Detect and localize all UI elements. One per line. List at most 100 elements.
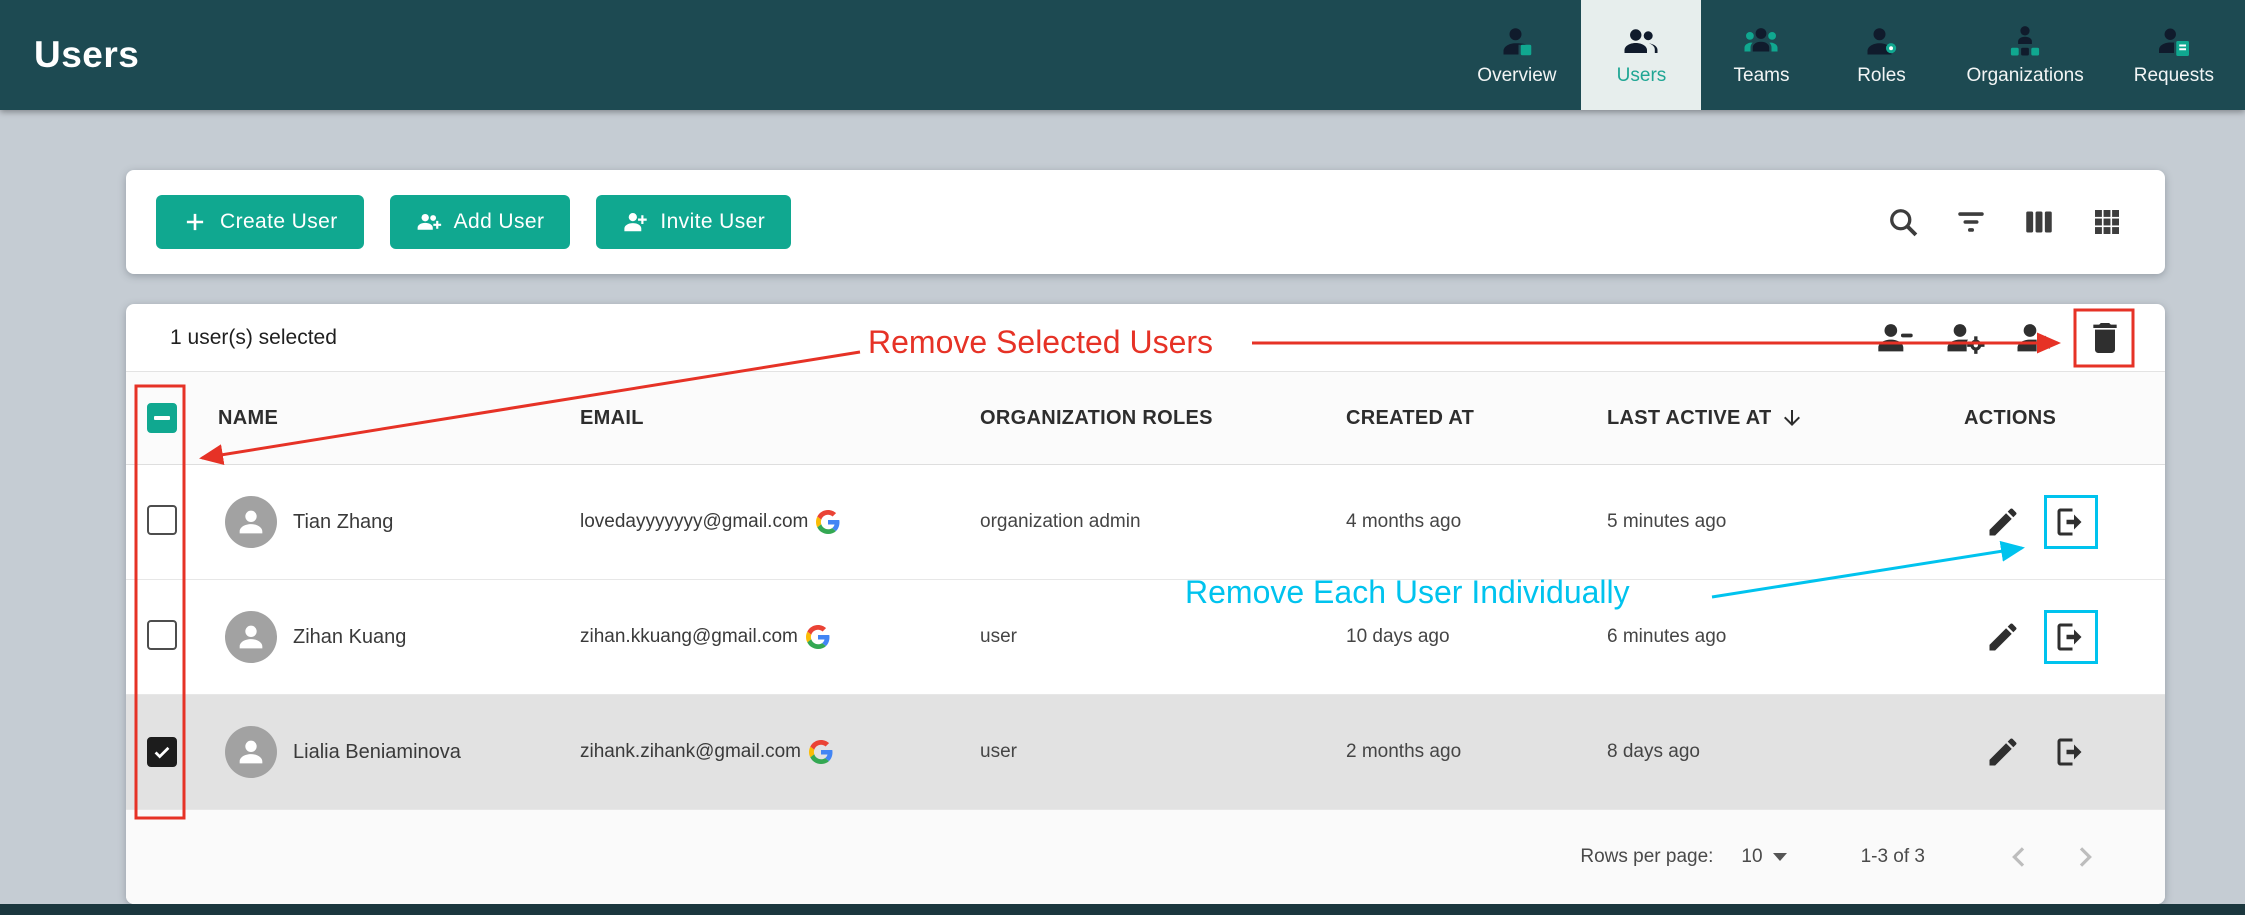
organization-roles-cell: organization admin: [980, 511, 1346, 533]
google-icon: [816, 510, 840, 534]
overview-icon: [1499, 23, 1535, 59]
created-at-cell: 10 days ago: [1346, 626, 1607, 648]
last-active-at-cell: 5 minutes ago: [1607, 511, 1964, 533]
selection-count-text: 1 user(s) selected: [170, 326, 337, 350]
table-pagination-footer: Rows per page: 10 1-3 of 3: [126, 810, 2165, 904]
nav-item-organizations[interactable]: Organizations: [1941, 0, 2108, 110]
teams-icon: [1743, 23, 1779, 59]
nav-item-teams[interactable]: Teams: [1701, 0, 1821, 110]
caret-down-icon: [1773, 853, 1787, 861]
remove-user-from-team-icon[interactable]: [1875, 318, 1915, 358]
column-header-actions: ACTIONS: [1964, 407, 2165, 430]
column-header-last-active-at[interactable]: LAST ACTIVE AT: [1607, 406, 1964, 430]
nav-label-organizations: Organizations: [1966, 65, 2083, 87]
nav-item-roles[interactable]: Roles: [1821, 0, 1941, 110]
avatar: [225, 611, 277, 663]
user-group-add-icon: [416, 209, 442, 235]
invite-user-button[interactable]: Invite User: [596, 195, 791, 249]
nav-item-requests[interactable]: Requests: [2109, 0, 2239, 110]
nav-label-overview: Overview: [1477, 65, 1556, 87]
organizations-icon: [2007, 23, 2043, 59]
selection-bar: 1 user(s) selected: [126, 304, 2165, 372]
users-admin-page: Users Overview Users Teams: [0, 0, 2245, 915]
user-name-cell: Zihan Kuang: [218, 611, 580, 663]
nav-label-requests: Requests: [2134, 65, 2214, 87]
requests-icon: [2156, 23, 2192, 59]
rows-per-page-value: 10: [1741, 846, 1762, 868]
table-header-row: NAME EMAIL ORGANIZATION ROLES CREATED AT…: [126, 372, 2165, 465]
users-icon: [1623, 23, 1659, 59]
page-title: Users: [0, 34, 139, 76]
user-email-cell: zihan.kkuang@gmail.com: [580, 625, 980, 649]
column-header-organization-roles: ORGANIZATION ROLES: [980, 407, 1346, 430]
user-add-icon: [622, 209, 648, 235]
header-checkbox-cell: [126, 403, 218, 433]
google-icon: [809, 740, 833, 764]
rows-per-page-label: Rows per page:: [1580, 846, 1713, 868]
add-user-button[interactable]: Add User: [390, 195, 571, 249]
add-user-label: Add User: [454, 210, 545, 234]
edit-user-icon[interactable]: [1976, 725, 2030, 779]
roles-icon: [1863, 23, 1899, 59]
delete-selected-users-icon[interactable]: [2085, 318, 2125, 358]
organization-roles-cell: user: [980, 741, 1346, 763]
nav-label-teams: Teams: [1734, 65, 1790, 87]
search-icon[interactable]: [1885, 204, 1921, 240]
nav-item-users[interactable]: Users: [1581, 0, 1701, 110]
grid-view-icon[interactable]: [2089, 204, 2125, 240]
avatar: [225, 496, 277, 548]
last-active-at-cell: 6 minutes ago: [1607, 626, 1964, 648]
created-at-cell: 2 months ago: [1346, 741, 1607, 763]
row-checkbox[interactable]: [147, 620, 177, 650]
users-table-card: 1 user(s) selected NAME: [126, 304, 2165, 904]
row-checkbox-cell: [126, 620, 218, 655]
remove-user-icon[interactable]: [2044, 610, 2098, 664]
toolbar-card: Create User Add User Invite User: [126, 170, 2165, 274]
plus-icon: [182, 209, 208, 235]
row-actions-cell: [1964, 495, 2165, 549]
column-view-icon[interactable]: [2021, 204, 2057, 240]
column-header-name: NAME: [218, 407, 580, 430]
next-page-button[interactable]: [2065, 837, 2105, 877]
edit-user-icon[interactable]: [1976, 495, 2030, 549]
row-actions-cell: [1964, 610, 2165, 664]
create-user-label: Create User: [220, 210, 338, 234]
user-email: zihank.zihank@gmail.com: [580, 741, 801, 763]
sort-descending-icon: [1780, 406, 1804, 430]
create-user-button[interactable]: Create User: [156, 195, 364, 249]
edit-user-icon[interactable]: [1976, 610, 2030, 664]
user-name: Zihan Kuang: [293, 626, 406, 649]
google-icon: [806, 625, 830, 649]
user-name: Tian Zhang: [293, 511, 393, 534]
top-navigation: Overview Users Teams Roles: [1452, 0, 2245, 110]
user-name: Lialia Beniaminova: [293, 741, 461, 764]
row-checkbox-cell: [126, 737, 218, 768]
select-all-checkbox[interactable]: [147, 403, 177, 433]
toolbar-icon-group: [1885, 204, 2125, 240]
last-active-at-cell: 8 days ago: [1607, 741, 1964, 763]
user-settings-icon[interactable]: [1945, 318, 1985, 358]
user-email: lovedayyyyyyy@gmail.com: [580, 511, 808, 533]
row-checkbox[interactable]: [147, 505, 177, 535]
last-active-label: LAST ACTIVE AT: [1607, 407, 1772, 430]
remove-user-icon[interactable]: [2044, 495, 2098, 549]
pagination-range-text: 1-3 of 3: [1861, 846, 1925, 868]
nav-label-users: Users: [1617, 65, 1667, 87]
remove-user-icon[interactable]: [2044, 725, 2098, 779]
filter-icon[interactable]: [1953, 204, 1989, 240]
top-bar: Users Overview Users Teams: [0, 0, 2245, 110]
row-actions-cell: [1964, 725, 2165, 779]
rows-per-page-select[interactable]: 10: [1741, 846, 1786, 868]
bottom-edge-bar: [0, 904, 2245, 915]
indeterminate-dash: [154, 416, 170, 420]
row-checkbox[interactable]: [147, 737, 177, 767]
table-row: Tian Zhang lovedayyyyyyy@gmail.com organ…: [126, 465, 2165, 580]
nav-item-overview[interactable]: Overview: [1452, 0, 1581, 110]
user-name-cell: Lialia Beniaminova: [218, 726, 580, 778]
invite-user-label: Invite User: [660, 210, 765, 234]
previous-page-button[interactable]: [1999, 837, 2039, 877]
user-email: zihan.kkuang@gmail.com: [580, 626, 798, 648]
nav-label-roles: Roles: [1857, 65, 1906, 87]
user-badge-icon[interactable]: [2015, 318, 2055, 358]
table-row: Lialia Beniaminova zihank.zihank@gmail.c…: [126, 695, 2165, 810]
